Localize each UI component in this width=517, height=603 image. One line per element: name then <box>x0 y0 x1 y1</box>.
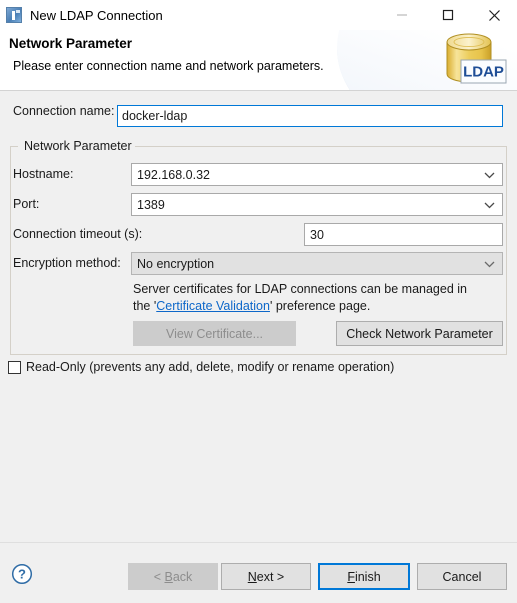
cancel-button-label: Cancel <box>442 569 482 584</box>
wizard-header: Network Parameter Please enter connectio… <box>0 30 517 91</box>
chevron-down-icon <box>484 168 495 182</box>
group-border-left <box>10 146 18 147</box>
cancel-button[interactable]: Cancel <box>417 563 507 590</box>
help-icon-glyph: ? <box>18 567 26 582</box>
certificate-note-line1: Server certificates for LDAP connections… <box>133 282 467 296</box>
port-combobox[interactable]: 1389 <box>131 193 503 216</box>
network-parameter-group-label: Network Parameter <box>21 139 135 153</box>
encryption-method-row: Encryption method: <box>13 256 121 270</box>
window-controls <box>379 0 517 30</box>
next-button-label: Next > <box>247 569 285 584</box>
hostname-value: 192.168.0.32 <box>137 167 210 182</box>
connection-timeout-input[interactable]: 30 <box>304 223 503 246</box>
check-network-parameter-label: Check Network Parameter <box>346 326 493 341</box>
encryption-method-combobox[interactable]: No encryption <box>131 252 503 275</box>
maximize-icon[interactable] <box>425 0 471 30</box>
finish-button-label: Finish <box>347 569 381 584</box>
back-button-label: < Back <box>153 569 193 584</box>
connection-timeout-label: Connection timeout (s): <box>13 227 143 241</box>
ldap-connection-icon <box>6 7 22 23</box>
read-only-checkbox-row[interactable]: Read-Only (prevents any add, delete, mod… <box>8 360 394 374</box>
hostname-combobox[interactable]: 192.168.0.32 <box>131 163 503 186</box>
check-network-parameter-button[interactable]: Check Network Parameter <box>336 321 503 346</box>
help-icon[interactable]: ? <box>11 563 33 585</box>
connection-name-label: Connection name: <box>13 104 115 118</box>
connection-timeout-value: 30 <box>310 227 324 242</box>
title-bar: New LDAP Connection <box>0 0 517 30</box>
connection-timeout-row: Connection timeout (s): <box>13 227 142 241</box>
chevron-down-icon <box>484 198 495 212</box>
next-button[interactable]: Next > <box>221 563 311 590</box>
hostname-label: Hostname: <box>13 167 74 181</box>
read-only-label: Read-Only (prevents any add, delete, mod… <box>26 360 395 374</box>
certificate-note-line2-post: ' preference page. <box>269 299 371 313</box>
group-border-right <box>131 146 507 147</box>
certificate-note-line2-pre: the ' <box>133 299 157 313</box>
hostname-row: Hostname: <box>13 167 73 181</box>
ldap-logo-text: LDAP <box>463 64 504 81</box>
connection-name-row: Connection name: <box>13 104 114 118</box>
chevron-down-icon <box>484 257 495 271</box>
page-title: Network Parameter <box>9 36 133 51</box>
port-value: 1389 <box>137 197 165 212</box>
read-only-checkbox[interactable] <box>8 360 21 374</box>
port-row: Port: <box>13 197 39 211</box>
ldap-logo-icon: LDAP <box>439 30 509 90</box>
connection-name-input[interactable] <box>117 105 503 127</box>
encryption-method-label: Encryption method: <box>13 256 121 270</box>
view-certificate-button: View Certificate... <box>133 321 296 346</box>
back-button: < Back <box>128 563 218 590</box>
certificate-validation-link[interactable]: Certificate Validation <box>156 299 270 313</box>
window-title: New LDAP Connection <box>30 7 163 23</box>
finish-button[interactable]: Finish <box>318 563 410 590</box>
certificate-note: Server certificates for LDAP connections… <box>133 281 493 315</box>
page-subtitle: Please enter connection name and network… <box>13 59 324 73</box>
close-icon[interactable] <box>471 0 517 30</box>
encryption-method-value: No encryption <box>137 256 215 271</box>
minimize-icon[interactable] <box>379 0 425 30</box>
view-certificate-label: View Certificate... <box>165 326 264 341</box>
port-label: Port: <box>13 197 40 211</box>
